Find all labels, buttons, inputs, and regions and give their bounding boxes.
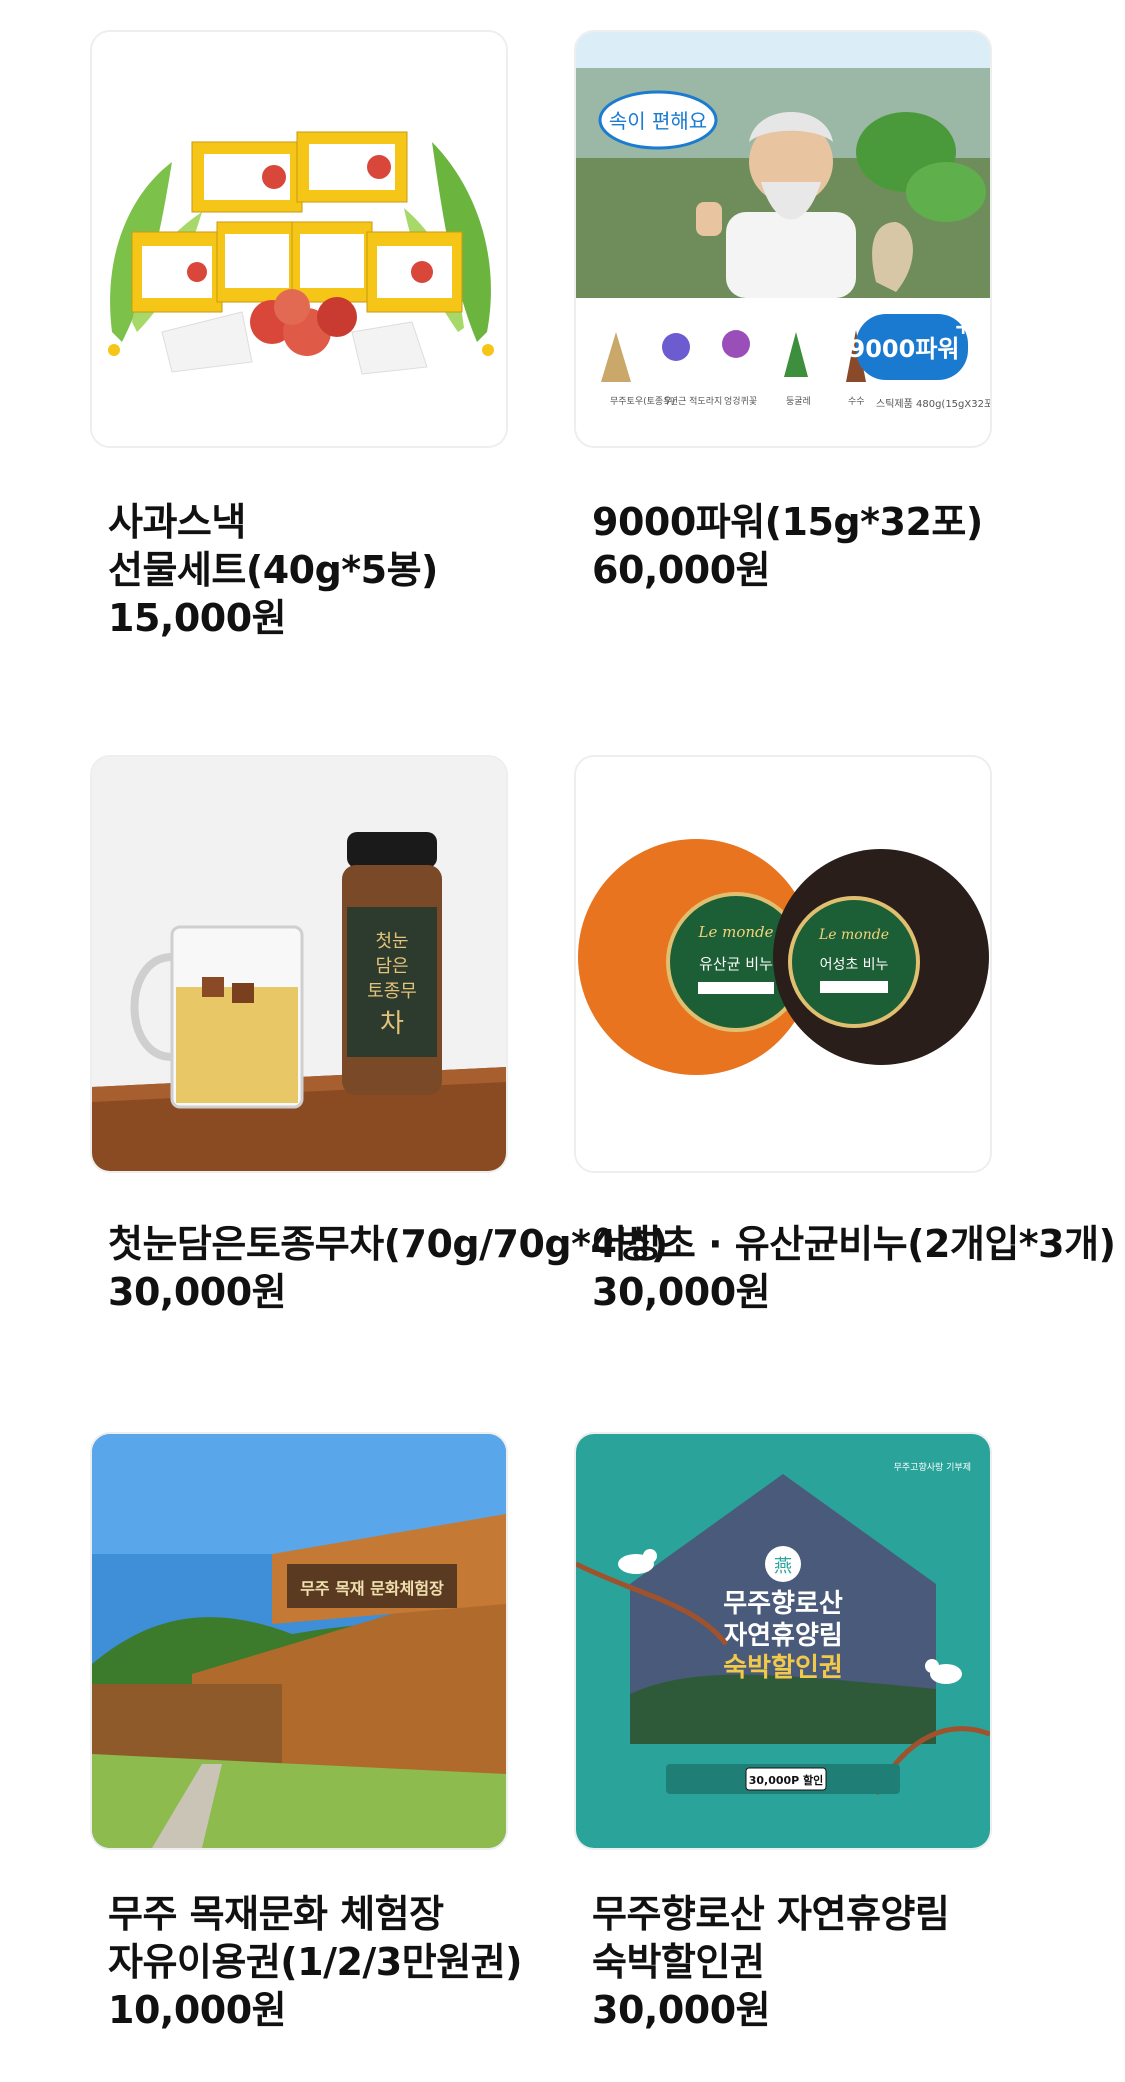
gift-box [296, 131, 408, 203]
svg-text:5년근 적도라지: 5년근 적도라지 [664, 395, 722, 407]
product-price: 60,000원 [592, 548, 771, 592]
svg-text:Le monde: Le monde [698, 923, 774, 941]
product-image-soap[interactable]: Le monde 유산균 비누 Le monde 어성초 비누 [574, 755, 992, 1173]
svg-text:유산균 비누: 유산균 비누 [699, 955, 773, 973]
product-image-forest-lodging[interactable]: 燕 무주향로산 자연휴양림 숙박할인권 무주고향사랑 기부제 30,000P 할… [574, 1432, 992, 1850]
svg-text:스틱제품 480g(15gX32포): 스틱제품 480g(15gX32포) [876, 398, 990, 410]
svg-text:숙박할인권: 숙박할인권 [723, 1653, 843, 1683]
gift-box [216, 221, 298, 303]
svg-text:둥굴레: 둥굴레 [786, 396, 811, 407]
product-info: 첫눈담은토종무차(70g/70g*4병) 30,000원 [108, 1220, 668, 1316]
product-image-apple-snack[interactable] [90, 30, 508, 448]
svg-text:엉겅퀴꽃: 엉겅퀴꽃 [724, 395, 757, 407]
svg-text:속이 편해요: 속이 편해요 [609, 109, 707, 133]
product-badge: 9000파워 + [849, 314, 972, 380]
product-info: 무주 목재문화 체험장 자유이용권(1/2/3만원권) 10,000원 [108, 1890, 523, 2034]
forest-lodging-coupon-illustration: 燕 무주향로산 자연휴양림 숙박할인권 무주고향사랑 기부제 30,000P 할… [576, 1434, 990, 1848]
apple-snack-illustration [92, 32, 506, 446]
gift-box [366, 231, 463, 313]
product-image-9000-power[interactable]: 속이 편해요 무주토우(토종우) 5년근 적도라지 엉겅퀴꽃 둥굴레 수수 90… [574, 30, 992, 448]
product-name-line: 9000파워(15g*32포) [592, 500, 983, 544]
wooden-building-illustration: 무주 목재 문화체험장 [92, 1434, 506, 1848]
svg-text:+: + [954, 315, 972, 340]
svg-text:수수: 수수 [848, 396, 865, 407]
product-name-line: 자유이용권(1/2/3만원권) [108, 1940, 523, 1984]
svg-text:무주향로산: 무주향로산 [723, 1589, 843, 1619]
product-image-wood-culture[interactable]: 무주 목재 문화체험장 [90, 1432, 508, 1850]
product-price: 15,000원 [108, 596, 287, 640]
svg-text:무주고향사랑 기부제: 무주고향사랑 기부제 [894, 1461, 971, 1473]
herbal-drink-ad-illustration: 속이 편해요 무주토우(토종우) 5년근 적도라지 엉겅퀴꽃 둥굴레 수수 90… [576, 32, 990, 446]
product-name-line: 숙박할인권 [592, 1940, 765, 1984]
product-info: 사과스낵 선물세트(40g*5봉) 15,000원 [108, 498, 438, 642]
dark-soap: Le monde 어성초 비누 [773, 849, 989, 1065]
svg-text:30,000P 할인: 30,000P 할인 [749, 1773, 824, 1787]
product-name-line: 무주 목재문화 체험장 [108, 1892, 444, 1936]
svg-text:첫눈: 첫눈 [375, 931, 408, 952]
svg-text:어성초 비누: 어성초 비누 [820, 957, 889, 973]
gift-box [291, 221, 373, 303]
radish-tea-illustration: 첫눈 담은 토종무 차 [92, 757, 506, 1171]
product-info: 9000파워(15g*32포) 60,000원 [592, 498, 983, 594]
svg-text:무주 목재 문화체험장: 무주 목재 문화체험장 [300, 1579, 444, 1598]
tea-jar: 첫눈 담은 토종무 차 [342, 832, 442, 1095]
product-price: 30,000원 [592, 1270, 771, 1314]
product-price: 10,000원 [108, 1988, 287, 2032]
svg-text:차: 차 [380, 1009, 404, 1039]
soap-illustration: Le monde 유산균 비누 Le monde 어성초 비누 [576, 757, 990, 1171]
gift-box [191, 141, 303, 213]
product-price: 30,000원 [108, 1270, 287, 1314]
svg-text:燕: 燕 [774, 1556, 792, 1577]
product-name-line: 사과스낵 [108, 500, 246, 544]
svg-text:담은: 담은 [375, 956, 408, 977]
product-name-line: 첫눈담은토종무차(70g/70g*4병) [108, 1222, 668, 1266]
product-image-radish-tea[interactable]: 첫눈 담은 토종무 차 [90, 755, 508, 1173]
svg-text:9000파워: 9000파워 [849, 335, 960, 363]
svg-text:토종무: 토종무 [367, 981, 417, 1002]
product-price: 30,000원 [592, 1988, 771, 2032]
product-name-line: 무주향로산 자연휴양림 [592, 1892, 950, 1936]
svg-text:Le monde: Le monde [818, 927, 889, 943]
gift-box [131, 231, 223, 313]
product-name-line: 선물세트(40g*5봉) [108, 548, 438, 592]
svg-text:자연휴양림: 자연휴양림 [723, 1621, 843, 1651]
product-info: 어성초 · 유산균비누(2개입*3개) 30,000원 [592, 1220, 1116, 1316]
speech-bubble: 속이 편해요 [598, 90, 718, 150]
product-info: 무주향로산 자연휴양림 숙박할인권 30,000원 [592, 1890, 950, 2034]
product-name-line: 어성초 · 유산균비누(2개입*3개) [592, 1222, 1116, 1266]
